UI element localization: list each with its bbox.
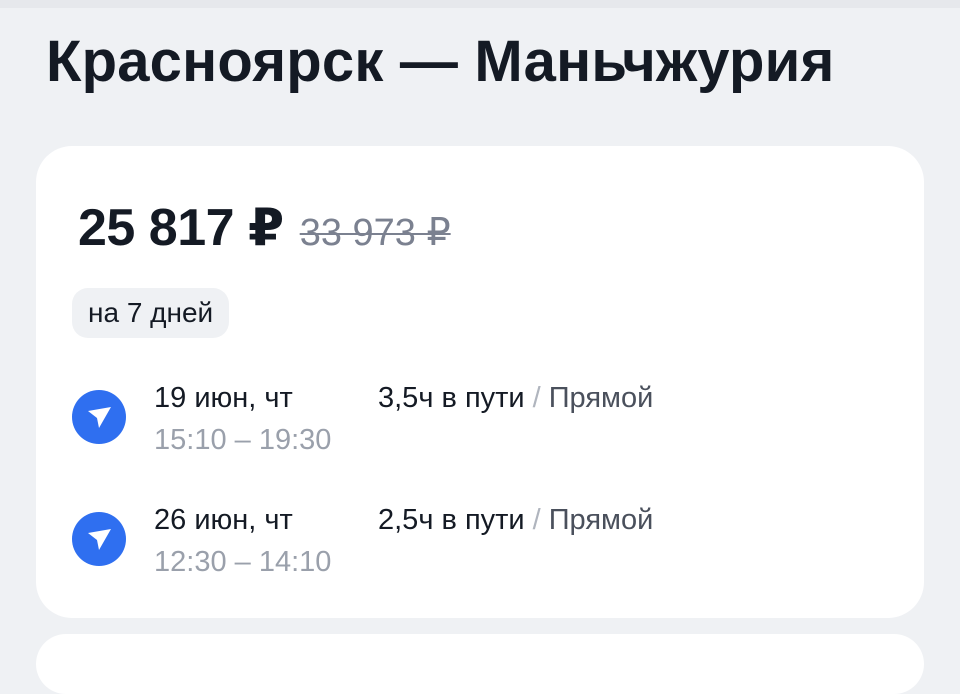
travel-time: 2,5ч в пути [378, 504, 525, 536]
plane-icon [72, 390, 126, 444]
flight-times: 12:30 – 14:10 [154, 546, 332, 578]
flight-segment-return[interactable]: 26 июн, чт 12:30 – 14:10 2,5ч в пути / Пря… [72, 502, 892, 592]
price-row: 25 817 ₽ 33 973 ₽ [78, 198, 451, 258]
route-separator: / [532, 504, 541, 536]
old-price: 33 973 ₽ [299, 212, 451, 254]
plane-icon [72, 512, 126, 566]
flight-date: 19 июн, чт [154, 382, 293, 414]
current-price: 25 817 ₽ [78, 199, 284, 257]
flight-route-info: 2,5ч в пути / Прямой [378, 502, 653, 538]
next-offer-card[interactable] [36, 634, 924, 694]
route-type: Прямой [548, 382, 654, 414]
travel-time: 3,5ч в пути [378, 382, 525, 414]
flight-segment-outbound[interactable]: 19 июн, чт 15:10 – 19:30 3,5ч в пути / Пря… [72, 380, 892, 470]
flight-times: 15:10 – 19:30 [154, 424, 332, 456]
route-type: Прямой [548, 504, 654, 536]
route-separator: / [532, 382, 541, 414]
trip-duration-badge: на 7 дней [72, 288, 230, 338]
flight-route-info: 3,5ч в пути / Прямой [378, 380, 653, 416]
offer-card[interactable]: 25 817 ₽ 33 973 ₽ на 7 дней 19 июн, чт 1… [36, 146, 924, 618]
flight-date: 26 июн, чт [154, 504, 293, 536]
page-title: Красноярск — Маньчжурия [46, 29, 835, 94]
top-edge [0, 0, 960, 8]
